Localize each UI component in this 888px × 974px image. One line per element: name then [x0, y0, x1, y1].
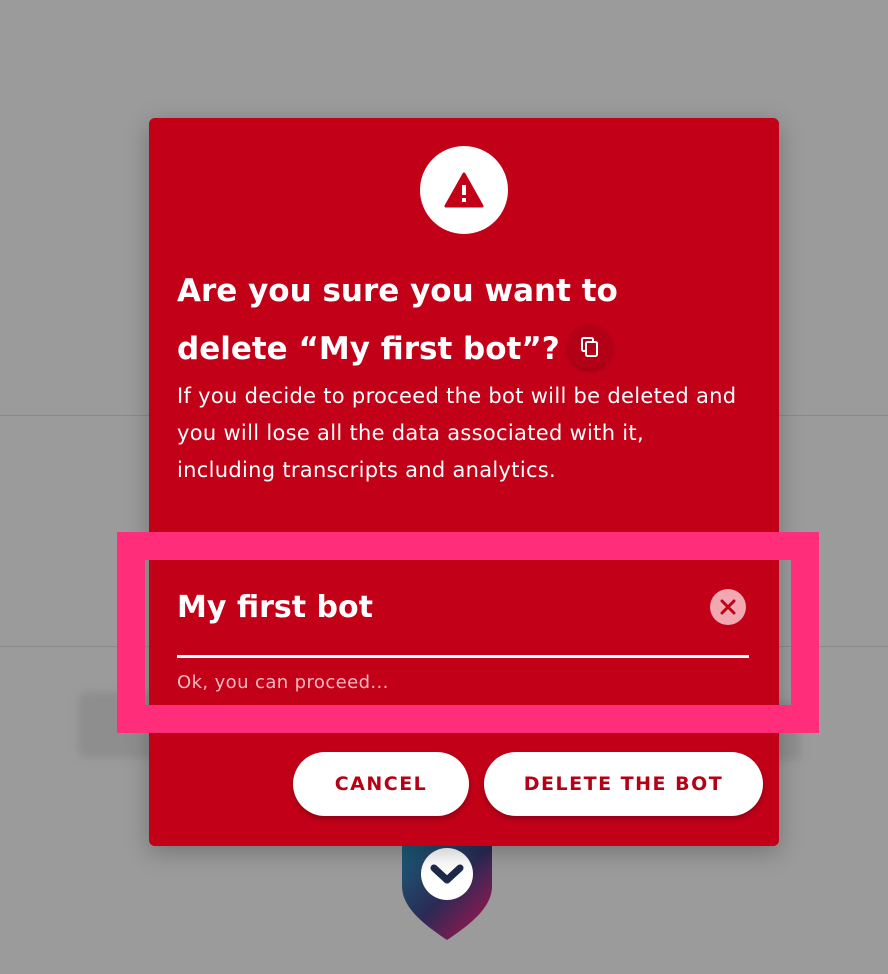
cancel-button[interactable]: CANCEL — [293, 752, 469, 816]
delete-bot-button[interactable]: DELETE THE BOT — [484, 752, 763, 816]
copy-icon — [580, 336, 598, 357]
dialog-description: If you decide to proceed the bot will be… — [177, 384, 737, 482]
dialog-title-text: Are you sure you want to delete “My firs… — [177, 273, 618, 367]
delete-bot-dialog: Are you sure you want to delete “My firs… — [149, 118, 779, 846]
input-helper-text: Ok, you can proceed... — [177, 672, 389, 693]
background-blurred-element — [78, 692, 158, 758]
close-circle-icon — [720, 599, 736, 615]
warning-badge — [420, 146, 508, 234]
bot-name-confirm-field — [177, 566, 749, 658]
bot-name-input[interactable] — [177, 584, 687, 630]
warning-triangle-icon — [444, 172, 484, 208]
copy-name-button[interactable] — [567, 324, 612, 369]
input-underline — [177, 655, 749, 658]
dialog-title: Are you sure you want to delete “My firs… — [177, 262, 737, 378]
clear-input-button[interactable] — [710, 589, 746, 625]
bot-logo-icon — [402, 844, 492, 940]
